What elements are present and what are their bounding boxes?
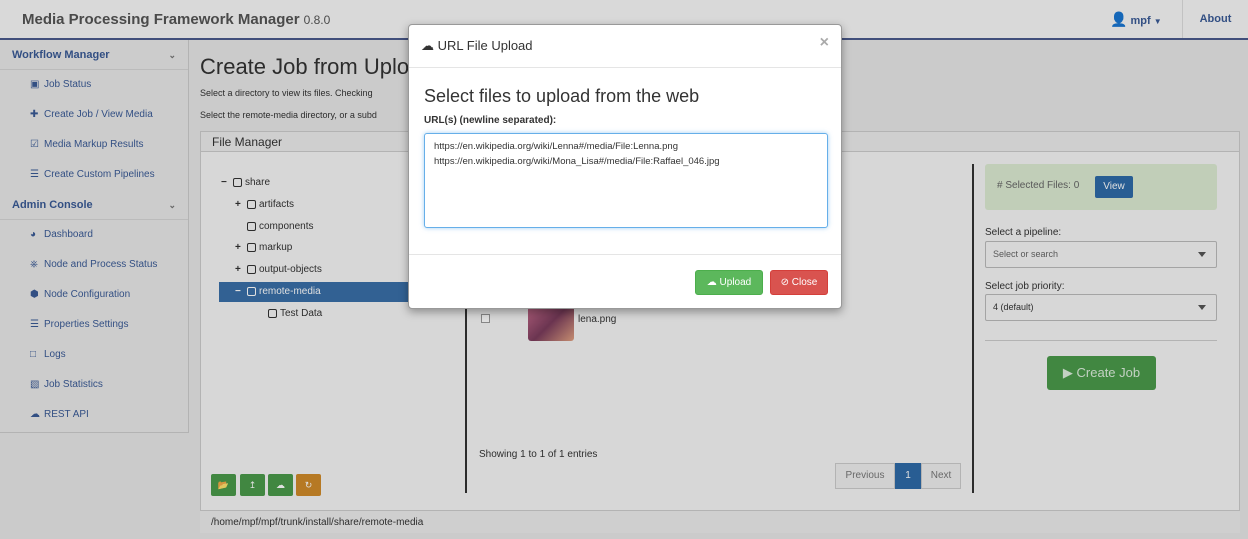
modal-header: ☁ URL File Upload × <box>409 25 841 68</box>
modal-title: ☁ URL File Upload <box>421 38 533 54</box>
modal-footer-divider <box>409 254 841 255</box>
cloud-upload-icon: ☁ <box>706 277 717 288</box>
url-upload-modal: ☁ URL File Upload × Select files to uplo… <box>408 24 842 309</box>
modal-heading: Select files to upload from the web <box>424 86 700 106</box>
upload-label: Upload <box>719 277 752 288</box>
close-button[interactable]: ⊘ Close <box>770 270 828 295</box>
urls-textarea[interactable]: https://en.wikipedia.org/wiki/Lenna#/med… <box>424 133 828 228</box>
modal-close-x[interactable]: × <box>820 34 829 52</box>
ban-icon: ⊘ <box>780 277 790 288</box>
urls-label: URL(s) (newline separated): <box>424 115 557 126</box>
modal-title-text: URL File Upload <box>437 38 533 53</box>
close-label: Close <box>791 277 818 288</box>
upload-button[interactable]: ☁ Upload <box>695 270 763 295</box>
cloud-upload-icon: ☁ <box>421 38 434 53</box>
